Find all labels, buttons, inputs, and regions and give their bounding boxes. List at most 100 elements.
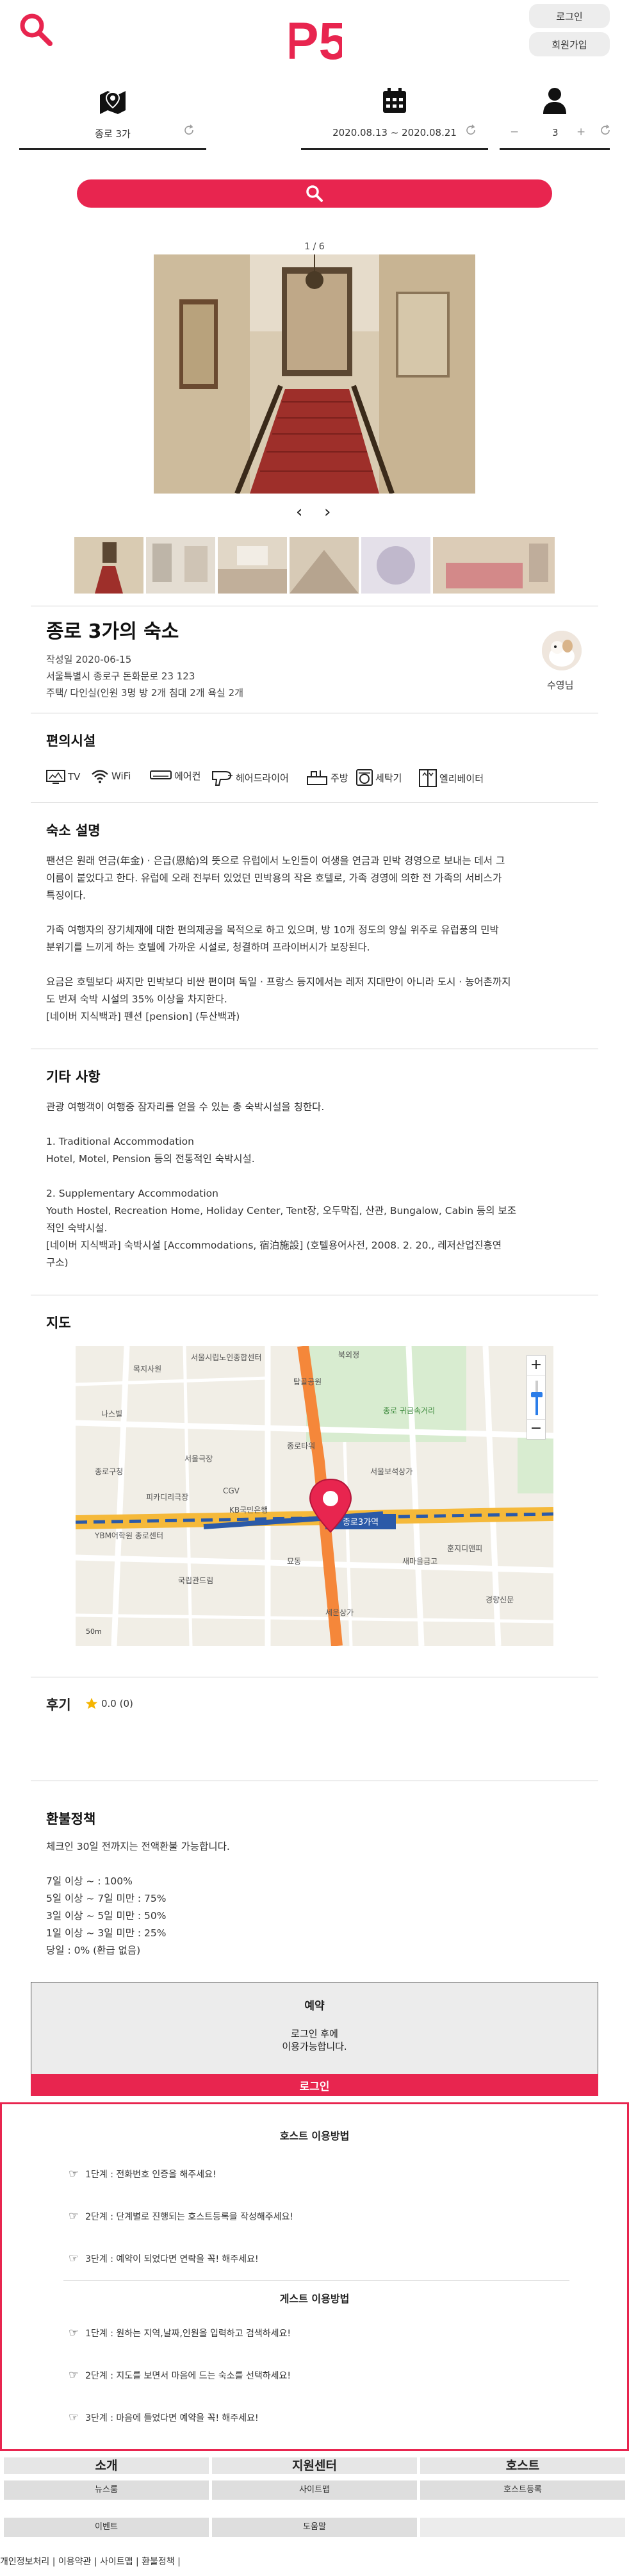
map-label: 국립관드림 [178,1576,213,1585]
prev-photo-button[interactable]: ‹ [296,503,302,522]
hand-pointer-icon: ☞ [69,2368,79,2382]
listing-title: 종로 3가의 숙소 [46,620,179,643]
booking-message: 로그인 후에 이용가능합니다. [282,2028,347,2052]
photo-thumbnail[interactable] [361,537,430,594]
host-name: 수영님 [547,679,574,691]
zoom-out-button[interactable]: − [527,1420,545,1439]
footer: 소개 지원센터 호스트 뉴스룸 이벤트 사이트맵 도움말 호스트등록 [0,2457,629,2552]
calendar-icon [383,88,406,113]
map-label: KB국민은행 [229,1505,268,1515]
hand-pointer-icon: ☞ [69,2167,79,2181]
kitchen-icon [307,770,327,785]
tv-icon [46,770,65,784]
map-label: 새마을금고 [402,1557,437,1566]
host-avatar[interactable] [542,631,582,670]
hand-pointer-icon: ☞ [69,2326,79,2339]
reset-icon[interactable] [183,124,195,136]
guest-minus-button[interactable]: − [510,126,519,138]
map-label: 목지사원 [133,1365,161,1374]
other-info-text: 관광 여행객이 여행중 잠자리를 얻을 수 있는 총 숙박시설을 칭한다. 1. … [46,1101,516,1268]
amenities-title: 편의시설 [46,733,96,749]
amenity-label: 주방 [331,772,348,784]
footer-host-title: 호스트 [420,2457,625,2474]
footer-link-events[interactable]: 이벤트 [4,2518,209,2537]
zoom-in-button[interactable]: + [527,1356,545,1375]
map-label: 서울극장 [184,1454,213,1463]
guest-plus-button[interactable]: + [576,126,585,138]
date-range-value: 2020.08.13 ~ 2020.08.21 [332,127,457,138]
map-zoom-controls: + − [527,1355,546,1440]
host-step: ☞ 1단계 : 전화번호 인증을 해주세요! [69,2167,216,2181]
svg-text:P5: P5 [290,12,342,67]
amenity-label: 에어컨 [174,770,201,782]
amenity-label: 엘리베이터 [439,772,484,785]
address: 서울특별시 종로구 돈화문로 23 123 [46,670,195,682]
photo-thumbnail[interactable] [290,537,359,594]
map-label: 서울시립노인종합센터 [191,1353,261,1362]
footer-link-host-register[interactable]: 호스트등록 [420,2480,625,2500]
search-icon[interactable] [18,12,55,49]
logo[interactable]: P5 [290,9,342,67]
guest-step: ☞ 3단계 : 마음에 들었다면 예약을 꼭! 해주세요! [69,2411,259,2424]
photo-thumbnail[interactable] [218,537,287,594]
footer-empty-cell [420,2518,625,2537]
other-info-title: 기타 사항 [46,1069,101,1084]
amenity-tv: TV [46,769,80,785]
photo-thumbnail[interactable] [146,537,215,594]
search-button[interactable] [77,179,552,208]
photo-thumbnail[interactable] [74,537,143,594]
map-label: 나스빌 [101,1409,122,1418]
amenity-label: WiFi [111,770,131,782]
refund-text: 체크인 30일 전까지는 전액환불 가능합니다. 7일 이상 ~ : 100% 5… [46,1841,230,1956]
map-label: 서울보석상가 [370,1467,413,1476]
footer-link-help[interactable]: 도움말 [212,2518,417,2537]
map-label: 종로구청 [95,1467,123,1476]
footer-support-title: 지원센터 [212,2457,417,2474]
date-filter[interactable]: 2020.08.13 ~ 2020.08.21 [301,82,488,150]
posted-date: 작성일 2020-06-15 [46,654,132,665]
search-filters: 종로 3가 2020.08.13 ~ 2020.08.21 − 3 + [19,82,610,150]
search-icon [306,185,323,202]
map-label: 피카디리극장 [146,1493,188,1502]
hairdryer-icon [212,771,233,786]
guest-guide-title: 게스트 이용방법 [279,2293,350,2305]
map-label: 북외정 [338,1350,359,1359]
main-photo[interactable] [154,254,475,494]
reset-icon[interactable] [600,124,611,136]
map-title: 지도 [46,1315,71,1331]
location-filter[interactable]: 종로 3가 [19,82,206,150]
guest-filter[interactable]: − 3 + [500,82,610,150]
review-score: 0.0 (0) [85,1697,133,1711]
signup-button[interactable]: 회원가입 [529,32,610,56]
amenity-washer: 세탁기 [356,769,402,786]
footer-policy-links[interactable]: 개인정보처리 | 이용약관 | 사이트맵 | 환불정책 | [0,2555,181,2568]
hand-pointer-icon: ☞ [69,2411,79,2424]
booking-login-button[interactable]: 로그인 [31,2074,598,2096]
map-label: 묘동 [287,1557,301,1566]
footer-about-title: 소개 [4,2457,209,2474]
amenity-elevator: 엘리베이터 [419,769,484,787]
next-photo-button[interactable]: › [324,503,331,522]
footer-link-newsroom[interactable]: 뉴스룸 [4,2480,209,2500]
guest-step: ☞ 1단계 : 원하는 지역,날짜,인원을 입력하고 검색하세요! [69,2326,291,2339]
map-pin-icon [100,91,126,114]
map-label: 훈지디앤피 [447,1544,482,1553]
guest-step: ☞ 2단계 : 지도를 보면서 마음에 드는 숙소를 선택하세요! [69,2368,291,2382]
zoom-slider[interactable] [527,1375,545,1420]
host-step: ☞ 3단계 : 예약이 되었다면 연락을 꼭! 해주세요! [69,2252,259,2265]
footer-link-sitemap[interactable]: 사이트맵 [212,2480,417,2500]
location-value: 종로 3가 [95,128,131,140]
user-icon [543,88,566,114]
guest-count: 3 [552,127,559,138]
map-station-label: 종로3가역 [343,1518,379,1527]
hand-pointer-icon: ☞ [69,2209,79,2223]
location-map[interactable]: 종로3가역 서울시립노인종합센터 북외정 목지사원 탑골공원 나스빌 종로 귀금… [76,1346,553,1646]
login-button[interactable]: 로그인 [529,4,610,28]
map-scale: 50m [86,1627,102,1636]
photo-thumbnail[interactable] [433,537,555,594]
description-title: 숙소 설명 [46,823,101,838]
amenity-label: TV [68,771,81,783]
reset-icon[interactable] [465,124,477,136]
amenity-label: 헤어드라이어 [236,772,289,784]
amenity-label: 세탁기 [375,772,402,784]
